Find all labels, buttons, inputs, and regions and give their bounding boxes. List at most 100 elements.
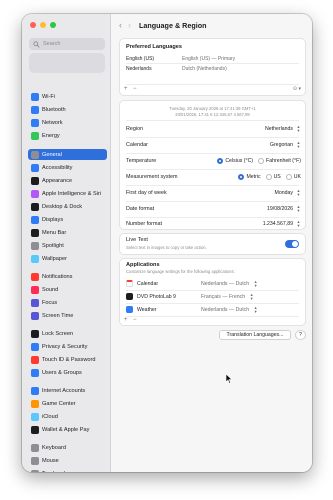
- popup-chevron-icon: ▴ ▾: [254, 304, 257, 314]
- language-row[interactable]: English (US) English (US) — Primary: [126, 56, 301, 62]
- setting-label: Calendar: [126, 142, 148, 148]
- wallet-icon: [31, 425, 39, 434]
- app-row[interactable]: Weather Nederlands — Dutch ▴ ▾: [126, 304, 301, 315]
- language-detail: English (US) — Primary: [182, 56, 236, 62]
- remove-app-button[interactable]: −: [133, 317, 137, 323]
- divider: [126, 169, 299, 170]
- celsius-radio[interactable]: Celsius (°C): [217, 158, 253, 164]
- sidebar-item-accessibility[interactable]: Accessibility: [28, 162, 107, 173]
- appearance-icon: [31, 176, 39, 185]
- screentime-icon: [31, 311, 39, 320]
- sidebar-item-internet-accounts[interactable]: Internet Accounts: [28, 385, 107, 396]
- setting-label: Temperature: [126, 158, 157, 164]
- sidebar-item-label: Trackpad: [42, 471, 65, 473]
- sidebar-item-label: Users & Groups: [42, 369, 82, 376]
- radio-label: UK: [293, 174, 301, 180]
- sidebar-item-label: Internet Accounts: [42, 387, 86, 394]
- sidebar-item-touch-id-password[interactable]: Touch ID & Password: [28, 354, 107, 365]
- sidebar-item-mouse[interactable]: Mouse: [28, 455, 107, 466]
- sidebar-item-lock-screen[interactable]: Lock Screen: [28, 328, 107, 339]
- network-icon: [31, 118, 39, 127]
- date-format-row[interactable]: Date format 19/08/2026 ▴ ▾: [126, 203, 301, 215]
- us-radio[interactable]: US: [265, 174, 281, 180]
- remove-language-button[interactable]: −: [133, 86, 137, 92]
- sidebar-item-label: Focus: [42, 299, 58, 306]
- sidebar-item-users-groups[interactable]: Users & Groups: [28, 367, 107, 378]
- sidebar-item-label: Desktop & Dock: [42, 203, 83, 210]
- radio-label: Fahrenheit (°F): [266, 158, 301, 164]
- sidebar-item-focus[interactable]: Focus: [28, 297, 107, 308]
- sidebar-item-icloud[interactable]: iCloud: [28, 411, 107, 422]
- divider: [126, 201, 299, 202]
- sidebar-item-appearance[interactable]: Appearance: [28, 175, 107, 186]
- sidebar-item-displays[interactable]: Displays: [28, 214, 107, 225]
- search-input[interactable]: Search: [29, 38, 105, 50]
- live-text-toggle[interactable]: [285, 240, 299, 248]
- siri-icon: [31, 189, 39, 198]
- focus-icon: [31, 298, 39, 307]
- sidebar-item-notifications[interactable]: Notifications: [28, 271, 107, 282]
- sidebar-item-energy[interactable]: Energy: [28, 130, 107, 141]
- uk-radio[interactable]: UK: [285, 174, 301, 180]
- sidebar-item-label: Wi-Fi: [42, 93, 56, 100]
- zoom-window-button[interactable]: [50, 22, 56, 28]
- metric-radio[interactable]: Metric: [238, 174, 261, 180]
- sidebar-item-label: Spotlight: [42, 242, 64, 249]
- number-format-row[interactable]: Number format 1.234.567,89 ▴ ▾: [126, 218, 301, 230]
- add-app-button[interactable]: +: [124, 317, 128, 323]
- sidebar-item-wallet-apple-pay[interactable]: Wallet & Apple Pay: [28, 424, 107, 435]
- sidebar-item-sound[interactable]: Sound: [28, 284, 107, 295]
- account-card[interactable]: [29, 53, 105, 73]
- sidebar-item-label: Menu Bar: [42, 229, 67, 236]
- region-settings-card: Tuesday, 20 January 2026 at 17:41:39 GMT…: [119, 100, 306, 230]
- first-day-row[interactable]: First day of week Monday ▴ ▾: [126, 187, 301, 199]
- calendar-app-icon: [126, 280, 133, 287]
- wifi-icon: [31, 92, 39, 101]
- sidebar-item-desktop-dock[interactable]: Desktop & Dock: [28, 201, 107, 212]
- popup-chevron-icon: ▴ ▾: [250, 291, 253, 301]
- setting-label: Date format: [126, 206, 155, 212]
- translation-languages-button[interactable]: Translation Languages...: [219, 330, 291, 340]
- divider: [126, 120, 299, 121]
- format-preview-line: Tuesday, 20 January 2026 at 17:41:39 GMT…: [169, 106, 256, 111]
- add-language-button[interactable]: +: [124, 86, 128, 92]
- sidebar-item-menu-bar[interactable]: Menu Bar: [28, 227, 107, 238]
- number-format-value: 1.234.567,89: [262, 221, 293, 227]
- sidebar-item-screen-time[interactable]: Screen Time: [28, 310, 107, 321]
- sidebar-item-privacy-security[interactable]: Privacy & Security: [28, 341, 107, 352]
- back-button[interactable]: ‹: [119, 20, 122, 30]
- dock-icon: [31, 202, 39, 211]
- divider: [126, 316, 299, 317]
- language-name: English (US): [126, 56, 155, 62]
- language-options-button[interactable]: ⊙ ▾: [293, 86, 301, 92]
- sidebar-item-wi-fi[interactable]: Wi-Fi: [28, 91, 107, 102]
- minimize-window-button[interactable]: [40, 22, 46, 28]
- sidebar-item-spotlight[interactable]: Spotlight: [28, 240, 107, 251]
- sidebar-item-apple-intelligence-siri[interactable]: Apple Intelligence & Siri: [28, 188, 107, 199]
- notifications-icon: [31, 272, 39, 281]
- sidebar-item-wallpaper[interactable]: Wallpaper: [28, 253, 107, 264]
- sidebar-item-general[interactable]: General: [28, 149, 107, 160]
- language-row[interactable]: Nederlands Dutch (Netherlands): [126, 66, 301, 72]
- sidebar-item-bluetooth[interactable]: Bluetooth: [28, 104, 107, 115]
- sidebar-item-game-center[interactable]: Game Center: [28, 398, 107, 409]
- app-row[interactable]: DVD PhotoLab 9 Français — French ▴ ▾: [126, 291, 301, 302]
- page-title: Language & Region: [139, 20, 207, 30]
- sidebar-item-network[interactable]: Network: [28, 117, 107, 128]
- mouse-pointer-icon: [226, 374, 233, 384]
- divider: [126, 153, 299, 154]
- help-button[interactable]: ?: [295, 330, 306, 340]
- calendar-row[interactable]: Calendar Gregorian ▴ ▾: [126, 139, 301, 151]
- dxo-photolab-app-icon: [126, 293, 133, 300]
- app-row[interactable]: Calendar Nederlands — Dutch ▴ ▾: [126, 278, 301, 289]
- sidebar-item-trackpad[interactable]: Trackpad: [28, 468, 107, 472]
- popup-chevron-icon: ▴ ▾: [297, 219, 300, 228]
- sidebar-item-keyboard[interactable]: Keyboard: [28, 442, 107, 453]
- region-row[interactable]: Region Netherlands ▴ ▾: [126, 123, 301, 135]
- first-day-value: Monday: [274, 190, 293, 196]
- close-window-button[interactable]: [30, 22, 36, 28]
- mouse-icon: [31, 456, 39, 465]
- sidebar: Search Wi-Fi Bluetooth Network Energy Genera…: [22, 14, 111, 472]
- fahrenheit-radio[interactable]: Fahrenheit (°F): [258, 158, 301, 164]
- forward-button[interactable]: ›: [128, 20, 131, 30]
